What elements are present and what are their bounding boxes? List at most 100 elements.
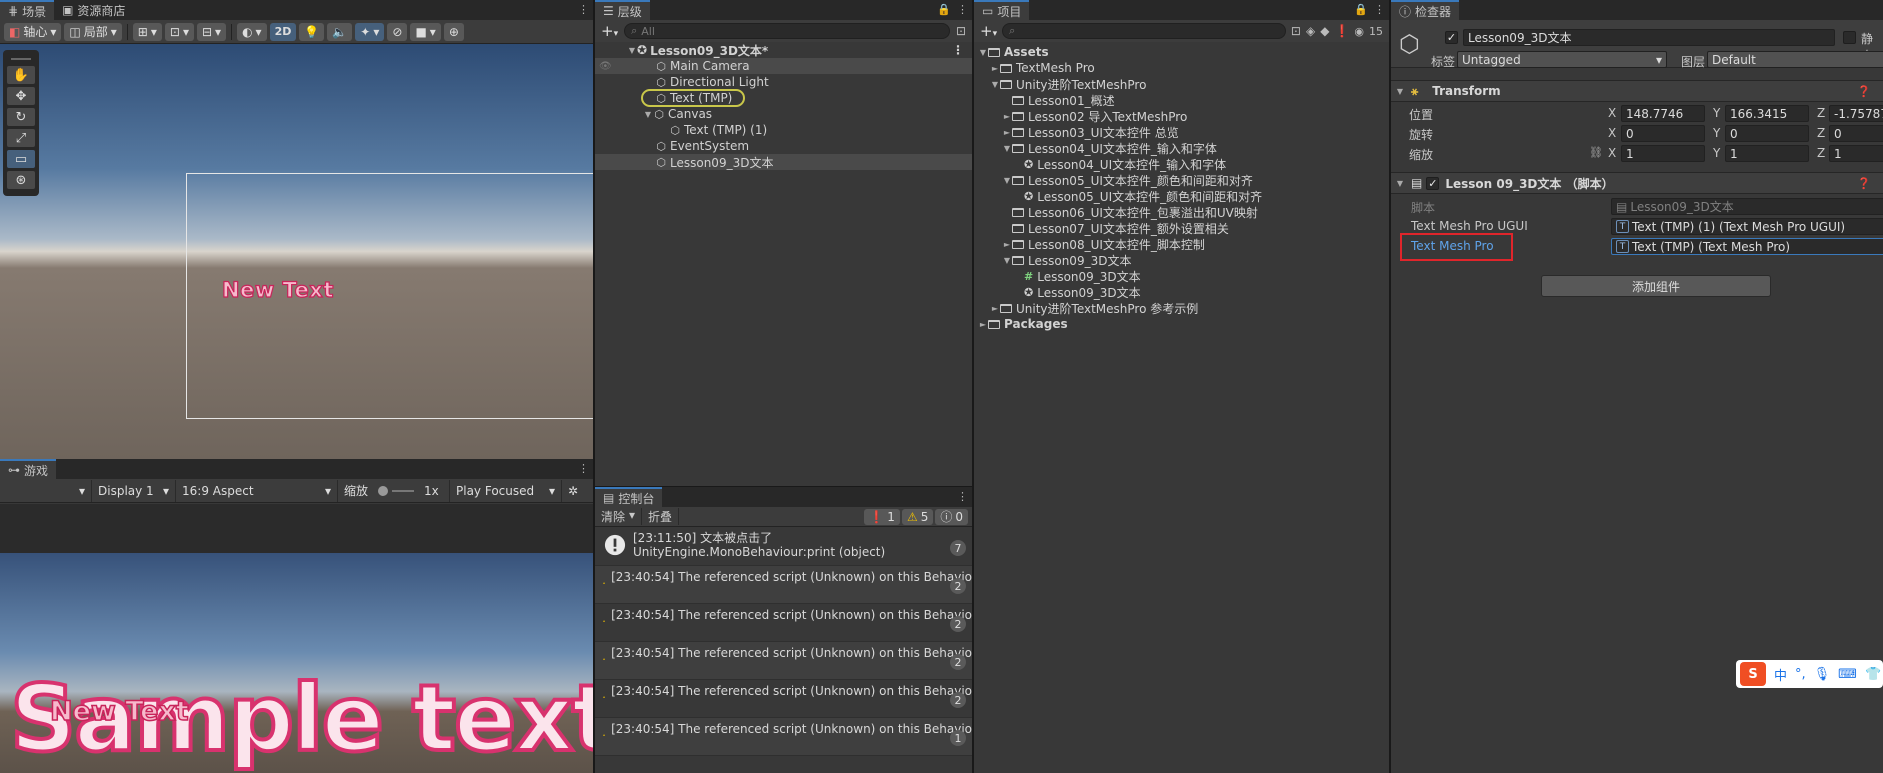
error-filter-toggle[interactable]: ⓘ 0 xyxy=(935,508,968,525)
search-scope-icon[interactable]: ⊡ xyxy=(1291,24,1301,38)
lock-icon[interactable]: 🔒 xyxy=(937,3,951,16)
hierarchy-item-lesson09[interactable]: ⬡ Lesson09_3D文本 xyxy=(595,154,972,170)
hierarchy-item-text-tmp[interactable]: ⬡ Text (TMP) xyxy=(595,89,972,107)
hierarchy-item-main-camera[interactable]: 👁 ⬡ Main Camera xyxy=(595,58,972,74)
project-item[interactable]: # Lesson09_3D文本 xyxy=(974,268,1389,284)
log-entry[interactable]: [23:40:54] The referenced script (Unknow… xyxy=(595,718,972,756)
expand-triangle-icon[interactable]: ► xyxy=(990,304,1000,313)
rotate-tool-icon[interactable]: ↻ xyxy=(7,108,35,126)
position-y-field[interactable]: 166.3415 xyxy=(1725,105,1809,122)
more-icon[interactable]: ⋮ xyxy=(952,43,964,57)
audio-toggle[interactable]: 🔈 xyxy=(327,22,353,41)
assets-root[interactable]: ▼ Assets xyxy=(974,44,1389,60)
expand-triangle-icon[interactable]: ▼ xyxy=(1002,176,1012,185)
help-icon[interactable]: ❓ xyxy=(1857,85,1871,98)
scene-root-row[interactable]: ▼ ✪ Lesson09_3D文本* ⋮ xyxy=(595,42,972,58)
info-filter-toggle[interactable]: ❗ 1 xyxy=(864,508,900,525)
log-entry[interactable]: [23:11:50] 文本被点击了 UnityEngine.MonoBehavio… xyxy=(595,528,972,566)
project-item[interactable]: ▼ Unity进阶TextMeshPro xyxy=(974,76,1389,92)
game-view-dropdown[interactable]: ▾ xyxy=(0,479,92,502)
project-item[interactable]: ▼ Lesson09_3D文本 xyxy=(974,252,1389,268)
scale-x-field[interactable]: 1 xyxy=(1621,145,1705,162)
pivot-dropdown[interactable]: ◧ 轴心 ▾ xyxy=(4,22,62,41)
hierarchy-item-text-tmp-1[interactable]: ⬡ Text (TMP) (1) xyxy=(595,122,972,138)
log-entry[interactable]: [23:40:54] The referenced script (Unknow… xyxy=(595,566,972,604)
rotation-y-field[interactable]: 0 xyxy=(1725,125,1809,142)
create-asset-button[interactable]: +▾ xyxy=(980,22,997,40)
visibility-toggle[interactable]: ⊘ xyxy=(387,22,408,41)
expand-triangle-icon[interactable]: ► xyxy=(1002,112,1012,121)
filter-type-icon[interactable]: ◈ xyxy=(1306,24,1315,38)
expand-triangle-icon[interactable]: ▼ xyxy=(1395,87,1405,96)
expand-triangle-icon[interactable]: ▼ xyxy=(978,48,988,57)
expand-triangle-icon[interactable]: ▼ xyxy=(627,46,637,55)
filter-label-icon[interactable]: ◆ xyxy=(1320,24,1329,38)
static-checkbox[interactable] xyxy=(1843,31,1856,44)
lighting-toggle[interactable]: 💡 xyxy=(299,22,325,41)
tag-dropdown[interactable]: Untagged ▾ xyxy=(1457,51,1667,68)
project-item[interactable]: ► Lesson02 导入TextMeshPro xyxy=(974,108,1389,124)
scale-y-field[interactable]: 1 xyxy=(1725,145,1809,162)
project-item[interactable]: Lesson07_UI文本控件_额外设置相关 xyxy=(974,220,1389,236)
scene-viewport[interactable]: New Text ✋ ✥ ↻ ⤢ ▭ ⊛ xyxy=(0,44,593,459)
grid-snap-button[interactable]: ⊞ ▾ xyxy=(132,22,162,41)
clear-button[interactable]: 清除 ▾ xyxy=(595,508,643,525)
project-item[interactable]: Lesson01_概述 xyxy=(974,92,1389,108)
more-icon[interactable]: ⋮ xyxy=(578,3,589,16)
more-icon[interactable]: ⋮ xyxy=(578,462,589,475)
hierarchy-item-canvas[interactable]: ▼ ⬡ Canvas xyxy=(595,106,972,122)
game-viewport[interactable]: Sample text New Text xyxy=(0,553,593,773)
expand-triangle-icon[interactable]: ► xyxy=(990,64,1000,73)
hierarchy-item-eventsystem[interactable]: ⬡ EventSystem xyxy=(595,138,972,154)
info-icon[interactable]: ❗ xyxy=(1334,24,1349,38)
keyboard-icon[interactable]: ⌨ xyxy=(1838,667,1857,682)
expand-triangle-icon[interactable]: ► xyxy=(1002,240,1012,249)
more-icon[interactable]: ⋮ xyxy=(957,3,968,16)
add-component-button[interactable]: 添加组件 xyxy=(1541,275,1771,297)
active-checkbox[interactable]: ✓ xyxy=(1445,31,1458,44)
search-options-icon[interactable]: ⊡ xyxy=(956,24,966,38)
log-entry[interactable]: [23:40:54] The referenced script (Unknow… xyxy=(595,604,972,642)
scale-tool-icon[interactable]: ⤢ xyxy=(7,129,35,147)
constrain-proportions-icon[interactable]: ⛓ xyxy=(1589,146,1603,159)
grid-visibility-button[interactable]: ⊡ ▾ xyxy=(164,22,194,41)
tab-project[interactable]: ▭ 项目 xyxy=(974,0,1030,20)
rotation-z-field[interactable]: 0 xyxy=(1829,125,1883,142)
project-item[interactable]: ▼ Lesson04_UI文本控件_输入和字体 xyxy=(974,140,1389,156)
scale-z-field[interactable]: 1 xyxy=(1829,145,1883,162)
log-entry[interactable]: [23:40:54] The referenced script (Unknow… xyxy=(595,642,972,680)
project-search-input[interactable]: ⌕ xyxy=(1002,23,1286,39)
visibility-icon[interactable]: 👁 xyxy=(599,61,612,72)
component-enabled-checkbox[interactable]: ✓ xyxy=(1426,176,1440,190)
position-x-field[interactable]: 148.7746 xyxy=(1621,105,1705,122)
ugui-reference-field[interactable]: T Text (TMP) (1) (Text Mesh Pro UGUI) xyxy=(1611,218,1883,235)
aspect-dropdown[interactable]: 16:9 Aspect ▾ xyxy=(176,479,338,502)
more-icon[interactable]: ⋮ xyxy=(957,490,968,503)
help-icon[interactable]: ❓ xyxy=(1857,177,1871,190)
project-item[interactable]: ► Unity进阶TextMeshPro 参考示例 xyxy=(974,300,1389,316)
sogou-logo-icon[interactable]: S xyxy=(1740,662,1766,686)
expand-triangle-icon[interactable]: ▼ xyxy=(1002,256,1012,265)
move-tool-icon[interactable]: ✥ xyxy=(7,87,35,105)
expand-triangle-icon[interactable]: ► xyxy=(1002,128,1012,137)
project-item[interactable]: ▼ Lesson05_UI文本控件_颜色和间距和对齐 xyxy=(974,172,1389,188)
tab-inspector[interactable]: ⓘ 检查器 xyxy=(1391,0,1460,20)
local-dropdown[interactable]: ◫ 局部 ▾ xyxy=(64,22,122,41)
project-item[interactable]: ► Lesson03_UI文本控件 总览 xyxy=(974,124,1389,140)
tmp-reference-field[interactable]: T Text (TMP) (Text Mesh Pro) xyxy=(1611,238,1883,255)
expand-triangle-icon[interactable]: ► xyxy=(978,320,988,329)
slider-knob[interactable] xyxy=(378,485,389,496)
2d-toggle[interactable]: 2D xyxy=(269,22,297,41)
display-dropdown[interactable]: Display 1 ▾ xyxy=(92,479,176,502)
project-item[interactable]: ✪ Lesson04_UI文本控件_输入和字体 xyxy=(974,156,1389,172)
tab-game[interactable]: ⊶ 游戏 xyxy=(0,459,57,479)
expand-triangle-icon[interactable]: ▼ xyxy=(1002,144,1012,153)
scale-slider[interactable]: 缩放 1x xyxy=(338,479,450,502)
expand-triangle-icon[interactable]: ▼ xyxy=(643,110,653,119)
project-item[interactable]: ✪ Lesson05_UI文本控件_颜色和间距和对齐 xyxy=(974,188,1389,204)
increment-snap-button[interactable]: ⊟ ▾ xyxy=(196,22,227,41)
packages-root[interactable]: ► Packages xyxy=(974,316,1389,332)
collapse-toggle[interactable]: 折叠 xyxy=(642,508,680,525)
tab-console[interactable]: ▤ 控制台 xyxy=(595,487,663,507)
project-item[interactable]: Lesson06_UI文本控件_包裹溢出和UV映射 xyxy=(974,204,1389,220)
